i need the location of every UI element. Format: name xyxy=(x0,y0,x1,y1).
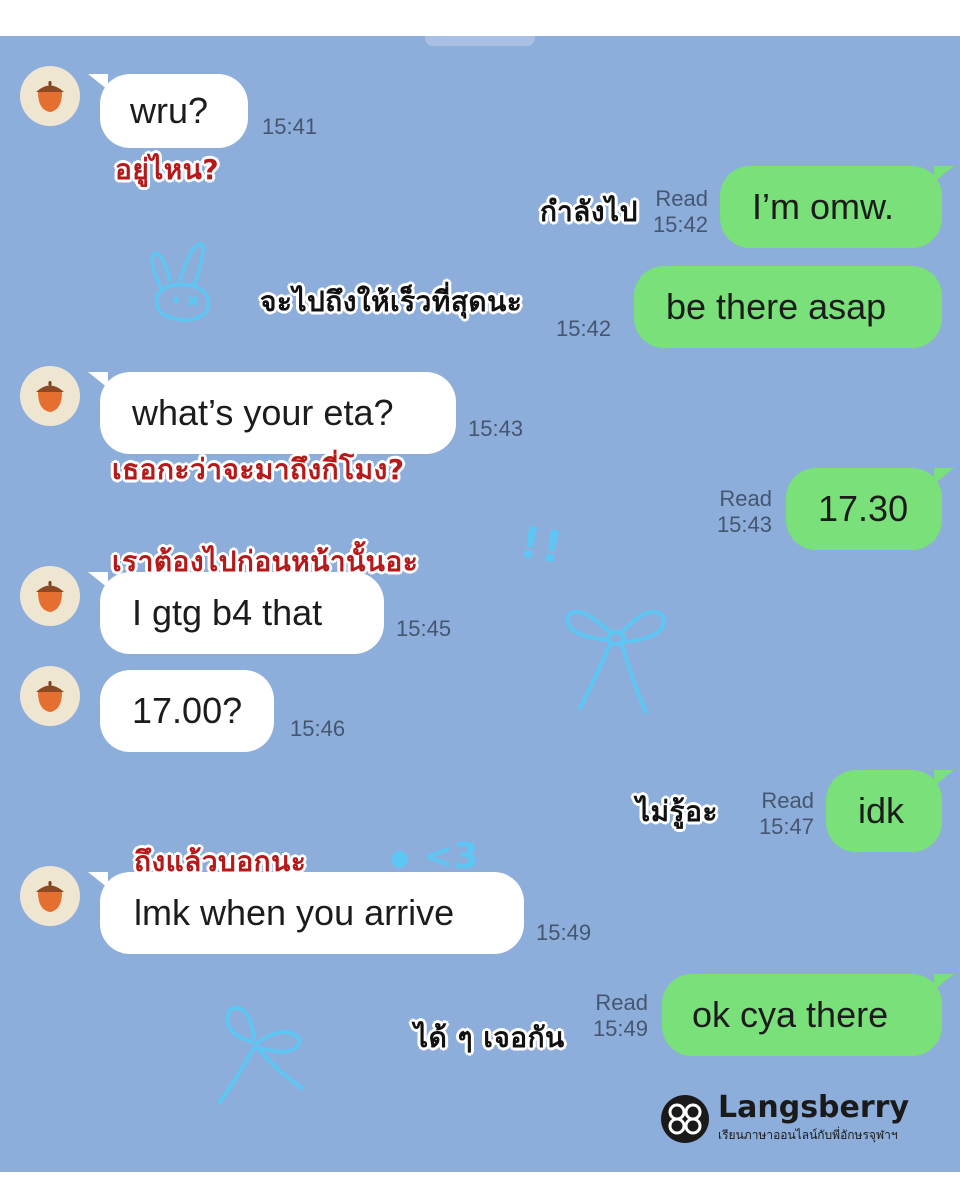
translation-caption: จะไปถึงให้เร็วที่สุดนะ xyxy=(260,285,523,318)
message-text: 17.30 xyxy=(818,488,909,529)
message-time: 15:42 xyxy=(556,316,612,341)
message-time: 15:49 xyxy=(536,920,592,945)
contact-avatar[interactable] xyxy=(20,866,80,926)
brand-tagline: เรียนภาษาออนไลน์กับพี่อักษรจุฬาฯ xyxy=(718,1128,898,1142)
read-status: Read xyxy=(655,186,708,211)
logo-text-block: Langsberry เรียนภาษาออนไลน์กับพี่อักษรจุ… xyxy=(718,1092,909,1145)
message-text: I gtg b4 that xyxy=(132,592,323,633)
message-time: 15:43 xyxy=(468,416,524,441)
message-read-meta: Read 15:43 xyxy=(692,486,772,538)
message-bubble-incoming[interactable]: what’s your eta? xyxy=(88,372,456,454)
message-time: 15:41 xyxy=(262,114,318,139)
translation-caption: ไม่รู้อะ xyxy=(636,795,718,828)
brand-logo: Langsberry เรียนภาษาออนไลน์กับพี่อักษรจุ… xyxy=(660,1092,909,1145)
message-bubble-outgoing[interactable]: be there asap xyxy=(634,266,942,348)
message-bubble-incoming[interactable]: 17.00? xyxy=(100,670,274,752)
message-text: idk xyxy=(858,790,905,831)
message-bubble-incoming[interactable]: lmk when you arrive xyxy=(88,872,524,954)
acorn-icon xyxy=(36,681,64,712)
message-bubble-incoming[interactable]: I gtg b4 that xyxy=(88,572,384,654)
message-text: wru? xyxy=(130,90,209,131)
translation-caption: ได้ ๆ เจอกัน xyxy=(414,1021,565,1054)
message-time: 15:49 xyxy=(592,1016,648,1041)
message-bubble-outgoing[interactable]: I’m omw. xyxy=(720,166,954,248)
contact-avatar[interactable] xyxy=(20,666,80,726)
ribbon-doodle-icon xyxy=(218,1006,304,1104)
chat-screen[interactable]: wru? 15:41 อยู่ไหน? กำลังไป Read 15:42 I… xyxy=(0,36,960,1172)
message-text: be there asap xyxy=(666,286,887,327)
message-text: what’s your eta? xyxy=(132,392,394,433)
ribbon-bow-doodle-icon xyxy=(565,609,667,714)
message-read-meta: Read 15:42 xyxy=(628,186,708,238)
read-status: Read xyxy=(719,486,772,511)
message-time: 15:42 xyxy=(652,212,708,237)
read-status: Read xyxy=(761,788,814,813)
message-time: 15:47 xyxy=(758,814,814,839)
acorn-icon xyxy=(36,381,64,412)
langsberry-logo-icon xyxy=(661,1094,709,1143)
message-bubble-outgoing[interactable]: ok cya there xyxy=(662,974,954,1056)
bunny-doodle-icon xyxy=(150,242,210,322)
heart-doodle: ● <3 xyxy=(390,836,479,877)
message-time: 15:43 xyxy=(716,512,772,537)
contact-avatar[interactable] xyxy=(20,366,80,426)
translation-caption: อยู่ไหน? xyxy=(115,153,220,186)
message-text: lmk when you arrive xyxy=(134,892,455,933)
message-time: 15:45 xyxy=(396,616,452,641)
acorn-icon xyxy=(36,81,64,112)
message-bubble-incoming[interactable]: wru? xyxy=(88,74,248,148)
message-bubble-outgoing[interactable]: 17.30 xyxy=(786,468,954,550)
heart-doodle-text: <3 xyxy=(423,836,479,877)
contact-avatar[interactable] xyxy=(20,566,80,626)
translation-caption: กำลังไป xyxy=(540,195,638,228)
contact-avatar[interactable] xyxy=(20,66,80,126)
acorn-icon xyxy=(36,881,64,912)
message-text: ok cya there xyxy=(692,994,889,1035)
message-time: 15:46 xyxy=(290,716,346,741)
translation-caption: เธอกะว่าจะมาถึงกี่โมง? xyxy=(112,453,405,486)
top-notch xyxy=(425,36,535,46)
message-bubble-outgoing[interactable]: idk xyxy=(826,770,954,852)
message-text: I’m omw. xyxy=(752,186,895,227)
brand-name: Langsberry xyxy=(718,1090,910,1125)
exclaim-doodle: !! xyxy=(515,516,569,575)
read-status: Read xyxy=(595,990,648,1015)
acorn-icon xyxy=(36,581,64,612)
message-read-meta: Read 15:49 xyxy=(568,990,648,1042)
message-text: 17.00? xyxy=(132,690,243,731)
message-read-meta: Read 15:47 xyxy=(734,788,814,840)
